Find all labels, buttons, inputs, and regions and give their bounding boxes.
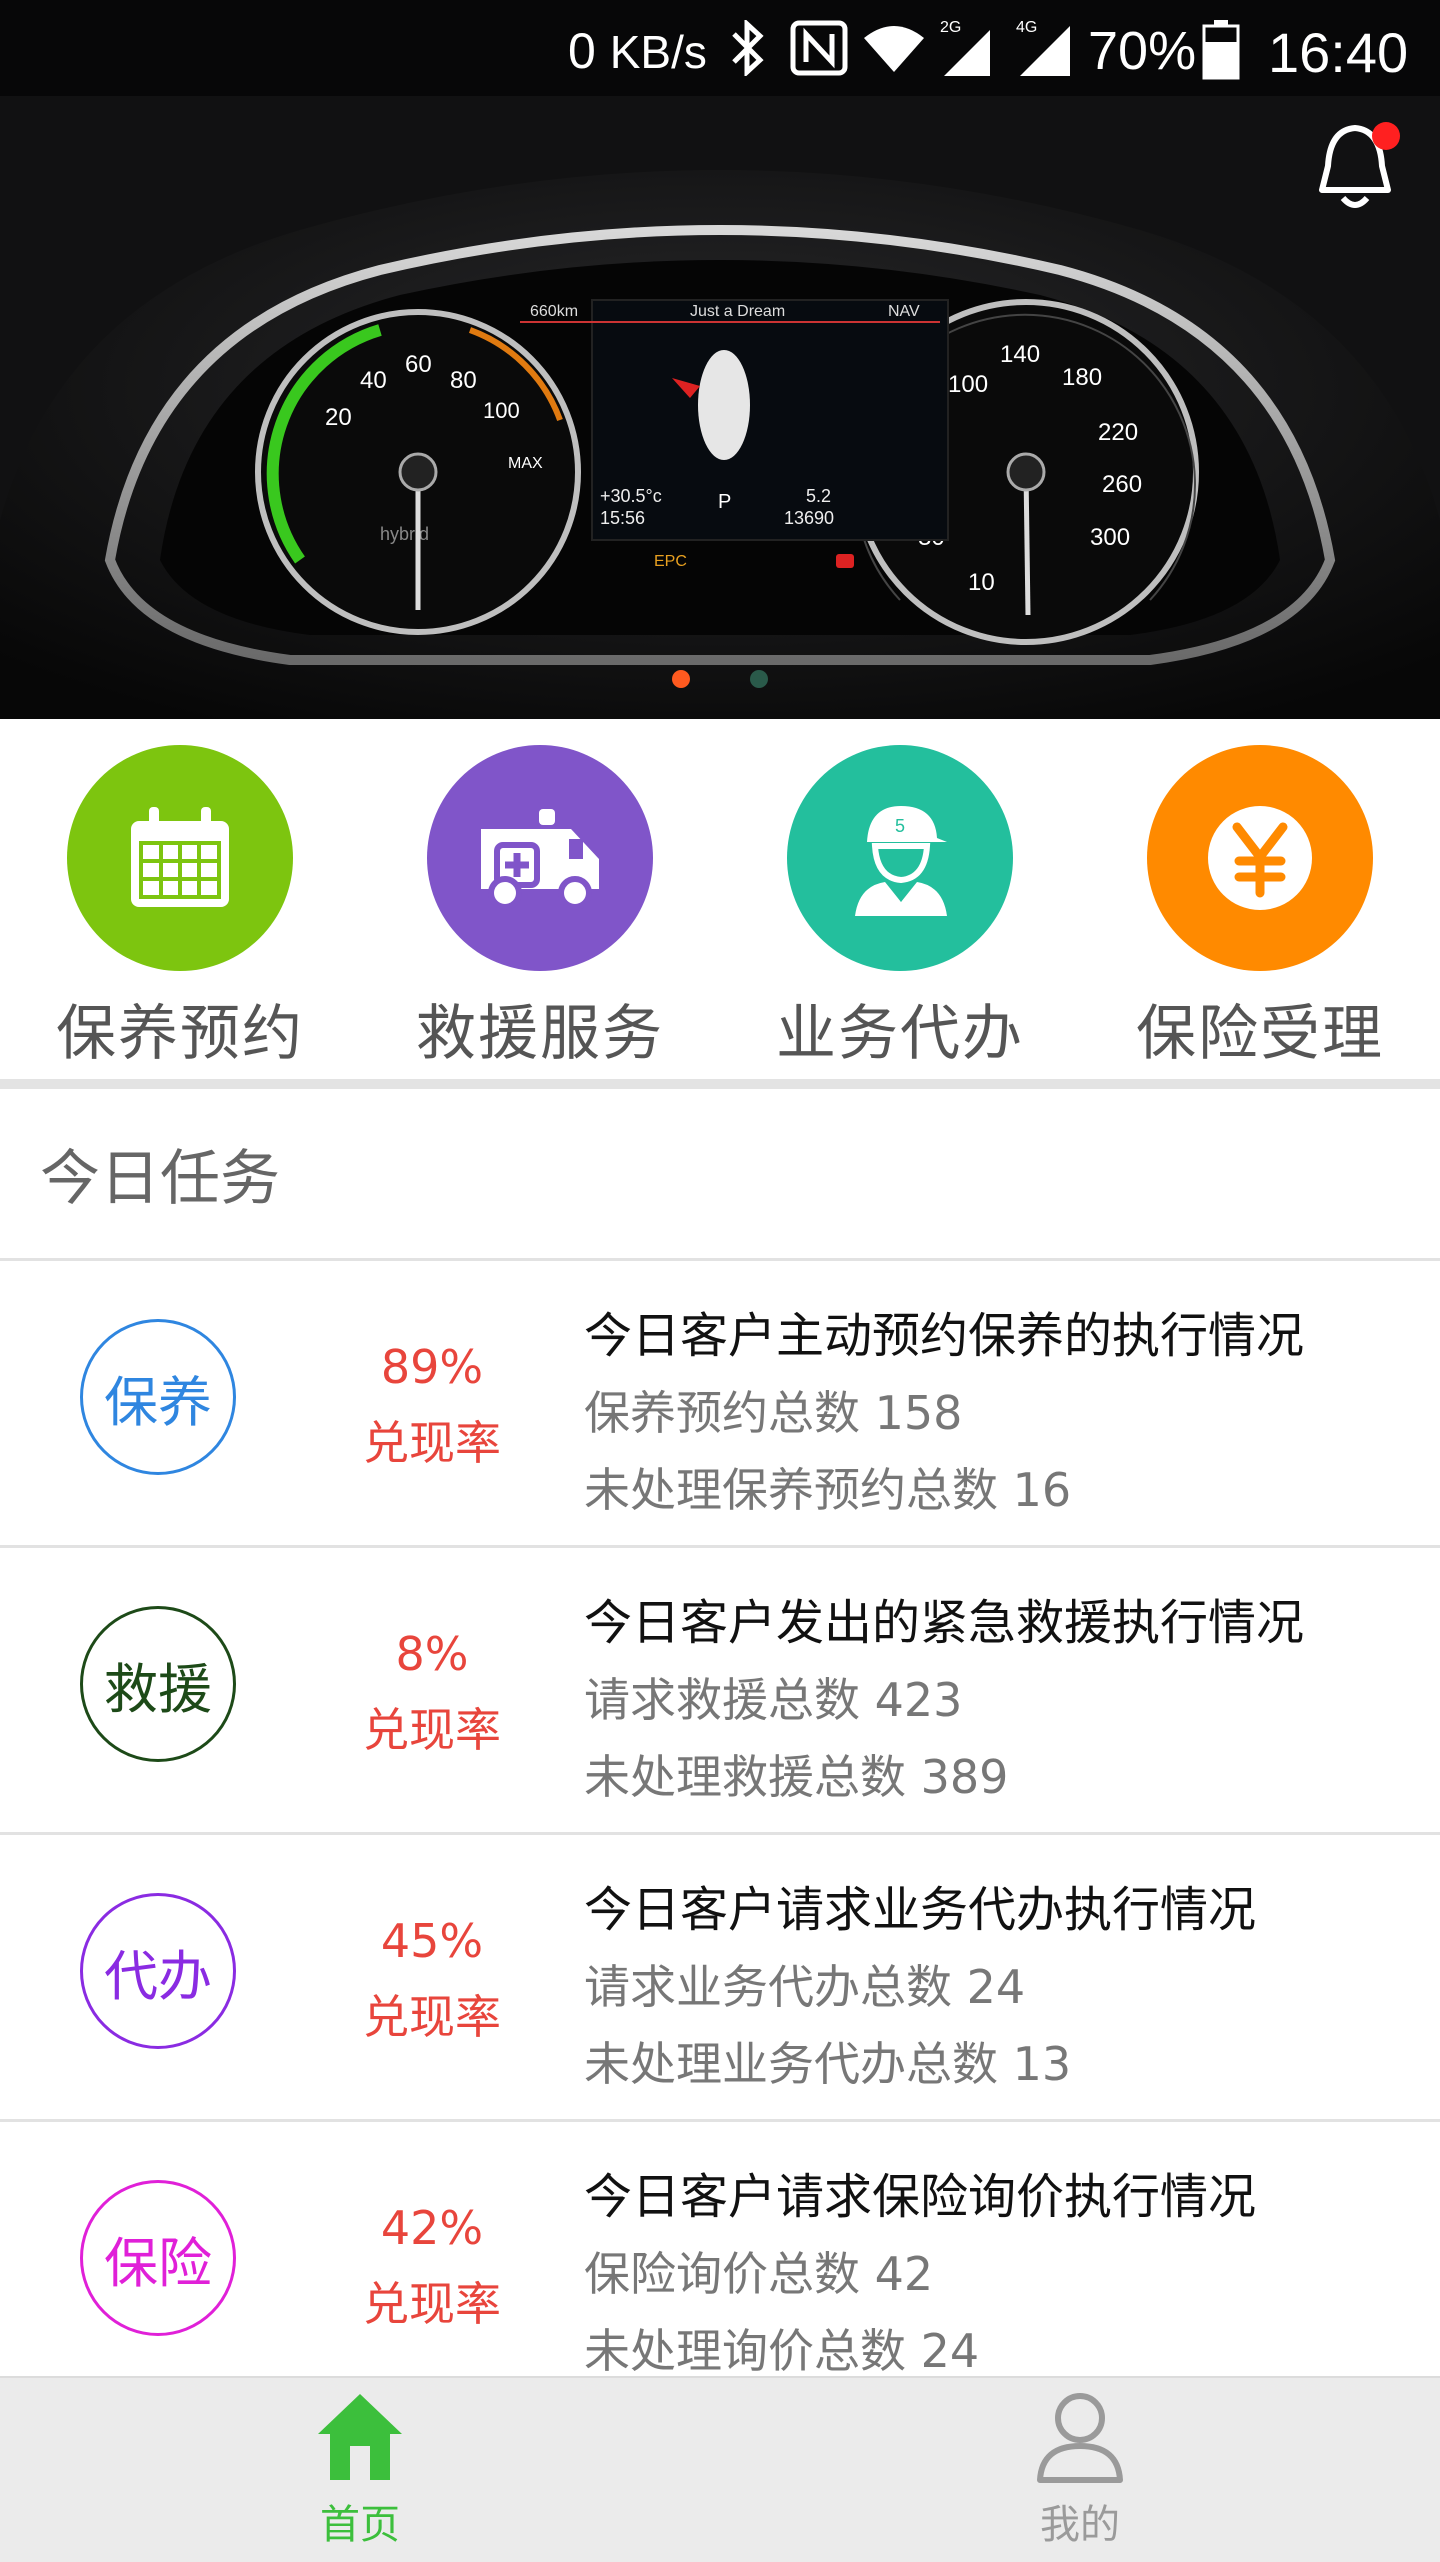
svg-text:P: P xyxy=(718,491,731,513)
svg-text:60: 60 xyxy=(405,351,432,378)
rate-label: 兑现率 xyxy=(363,1990,501,2044)
task-headline: 今日客户发出的紧急救援执行情况 xyxy=(584,1595,1305,1651)
svg-text:5.2: 5.2 xyxy=(806,486,831,506)
svg-text:MAX: MAX xyxy=(508,455,543,472)
task-rate: 8% 兑现率 xyxy=(332,1616,532,1768)
task-total: 请求业务代办总数 24 xyxy=(584,1960,1026,2014)
task-rate: 89% 兑现率 xyxy=(332,1329,532,1481)
svg-text:4G: 4G xyxy=(1016,20,1037,36)
quick-actions: 保养预约 救援服务 5 业务代办 保险受理 xyxy=(0,719,1440,1079)
carousel-dot[interactable] xyxy=(750,670,768,688)
bell-icon[interactable] xyxy=(1310,118,1400,218)
task-unprocessed: 未处理业务代办总数 13 xyxy=(584,2037,1072,2091)
nav-home[interactable]: 首页 xyxy=(250,2388,470,2550)
signal-2g-icon: 2G xyxy=(940,20,990,76)
svg-text:+30.5°c: +30.5°c xyxy=(600,486,662,506)
task-badge: 保险 xyxy=(80,2180,236,2336)
rate-label: 兑现率 xyxy=(363,1416,501,1470)
task-badge: 代办 xyxy=(80,1893,236,2049)
svg-text:260: 260 xyxy=(1102,471,1142,498)
network-speed: 0 KB/s xyxy=(568,23,707,79)
svg-text:40: 40 xyxy=(360,367,387,394)
task-row-insurance[interactable]: 保险 42% 兑现率 今日客户请求保险询价执行情况 保险询价总数 42 未处理询… xyxy=(0,2122,1440,2408)
rate-value: 45% xyxy=(380,1914,484,1968)
agent-person-icon: 5 xyxy=(787,745,1013,971)
yen-coin-icon xyxy=(1147,745,1373,971)
section-title: 今日任务 xyxy=(40,1144,280,1214)
insurance-button[interactable]: 保险受理 xyxy=(1130,745,1390,1072)
section-divider xyxy=(0,1079,1440,1089)
task-headline: 今日客户请求保险询价执行情况 xyxy=(584,2169,1257,2225)
task-badge: 救援 xyxy=(80,1606,236,1762)
calendar-icon xyxy=(67,745,293,971)
rate-value: 42% xyxy=(380,2201,484,2255)
quick-action-label: 保养预约 xyxy=(56,999,304,1069)
task-rate: 42% 兑现率 xyxy=(332,2190,532,2342)
svg-text:100: 100 xyxy=(948,371,988,398)
rescue-service-button[interactable]: 救援服务 xyxy=(410,745,670,1072)
wifi-icon xyxy=(864,26,924,72)
svg-text:13690: 13690 xyxy=(784,508,834,528)
rate-label: 兑现率 xyxy=(363,1703,501,1757)
task-row-agent[interactable]: 代办 45% 兑现率 今日客户请求业务代办执行情况 请求业务代办总数 24 未处… xyxy=(0,1835,1440,2121)
quick-action-label: 救援服务 xyxy=(416,999,664,1069)
battery-icon xyxy=(1202,20,1240,80)
task-description: 今日客户请求保险询价执行情况 保险询价总数 42 未处理询价总数 24 xyxy=(584,2158,1256,2390)
signal-4g-icon: 4G xyxy=(1016,20,1070,76)
maintenance-booking-button[interactable]: 保养预约 xyxy=(50,745,310,1072)
task-row-maintenance[interactable]: 保养 89% 兑现率 今日客户主动预约保养的执行情况 保养预约总数 158 未处… xyxy=(0,1261,1440,1547)
task-headline: 今日客户主动预约保养的执行情况 xyxy=(584,1308,1305,1364)
quick-action-label: 保险受理 xyxy=(1136,999,1384,1069)
rate-label: 兑现率 xyxy=(363,2277,501,2331)
svg-text:NAV: NAV xyxy=(888,303,920,320)
ambulance-icon xyxy=(427,745,653,971)
task-badge: 保养 xyxy=(80,1319,236,1475)
task-total: 保险询价总数 42 xyxy=(584,2247,934,2301)
task-headline: 今日客户请求业务代办执行情况 xyxy=(584,1882,1257,1938)
svg-text:EPC: EPC xyxy=(654,553,687,570)
svg-text:140: 140 xyxy=(1000,341,1040,368)
nav-label: 我的 xyxy=(1040,2502,1120,2548)
task-description: 今日客户请求业务代办执行情况 请求业务代办总数 24 未处理业务代办总数 13 xyxy=(584,1871,1256,2103)
dashboard-image: 20 40 60 80 100 MAX hybrid 100 140 180 2… xyxy=(0,0,1440,719)
svg-text:15:56: 15:56 xyxy=(600,508,645,528)
nfc-icon xyxy=(790,20,848,76)
task-rate: 45% 兑现率 xyxy=(332,1903,532,2055)
svg-text:20: 20 xyxy=(325,404,352,431)
bottom-navigation: 首页 我的 xyxy=(0,2376,1440,2562)
quick-action-label: 业务代办 xyxy=(776,999,1024,1069)
notification-dot xyxy=(1372,122,1400,150)
task-unprocessed: 未处理保养预约总数 16 xyxy=(584,1463,1072,1517)
svg-text:660km: 660km xyxy=(530,303,578,320)
svg-text:180: 180 xyxy=(1062,364,1102,391)
business-agent-button[interactable]: 5 业务代办 xyxy=(770,745,1030,1072)
task-description: 今日客户发出的紧急救援执行情况 请求救援总数 423 未处理救援总数 389 xyxy=(584,1584,1304,1816)
battery-percent: 70% xyxy=(1088,21,1197,81)
task-row-rescue[interactable]: 救援 8% 兑现率 今日客户发出的紧急救援执行情况 请求救援总数 423 未处理… xyxy=(0,1548,1440,1834)
nav-mine[interactable]: 我的 xyxy=(970,2388,1190,2550)
svg-text:hybrid: hybrid xyxy=(380,524,429,544)
dashboard-banner[interactable]: 20 40 60 80 100 MAX hybrid 100 140 180 2… xyxy=(0,0,1440,719)
task-unprocessed: 未处理救援总数 389 xyxy=(584,1750,1009,1804)
nav-label: 首页 xyxy=(320,2502,400,2548)
svg-text:5: 5 xyxy=(895,816,905,836)
svg-text:300: 300 xyxy=(1090,524,1130,551)
rate-value: 8% xyxy=(395,1627,469,1681)
task-total: 保养预约总数 158 xyxy=(584,1386,963,1440)
home-icon xyxy=(318,2394,402,2480)
status-bar: 0 KB/s 2G 4G 70% 16:40 xyxy=(0,0,1440,96)
carousel-dot-active[interactable] xyxy=(672,670,690,688)
svg-text:80: 80 xyxy=(450,367,477,394)
rate-value: 89% xyxy=(380,1340,484,1394)
svg-text:220: 220 xyxy=(1098,419,1138,446)
bluetooth-icon xyxy=(732,20,764,76)
svg-text:2G: 2G xyxy=(940,20,961,36)
clock-time: 16:40 xyxy=(1268,21,1409,84)
svg-text:100: 100 xyxy=(483,398,520,423)
task-total: 请求救援总数 423 xyxy=(584,1673,963,1727)
task-description: 今日客户主动预约保养的执行情况 保养预约总数 158 未处理保养预约总数 16 xyxy=(584,1297,1304,1529)
person-icon xyxy=(1037,2393,1123,2483)
svg-text:10: 10 xyxy=(968,569,995,596)
svg-text:Just a Dream: Just a Dream xyxy=(690,303,785,320)
